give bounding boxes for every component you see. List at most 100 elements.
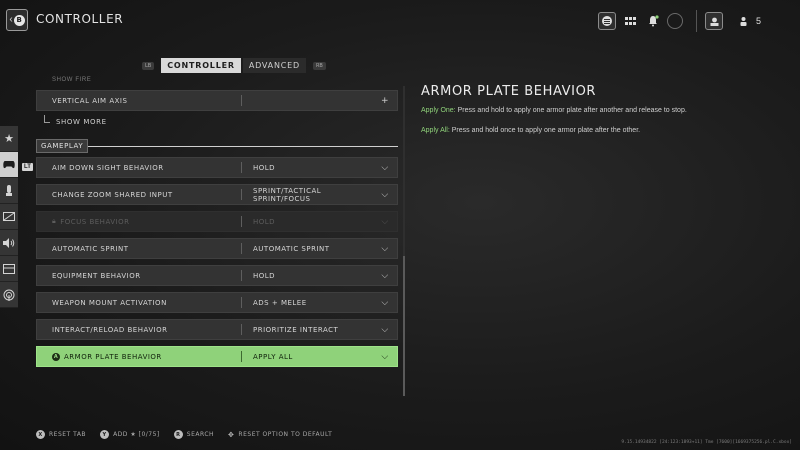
- r-stick-icon: R: [173, 430, 183, 439]
- chevron-down-icon: ⌵: [381, 216, 389, 227]
- x-button-icon: X: [36, 430, 45, 439]
- setting-label: VERTICAL AIM AXIS: [52, 96, 128, 105]
- lt-button-icon: LT: [22, 163, 33, 171]
- row-separator: [241, 95, 242, 106]
- build-info: 9.15.14934822 [24:123:1893+11] Tme [7600…: [621, 440, 792, 445]
- search-prompt[interactable]: R SEARCH: [173, 430, 215, 439]
- top-bar: ‹ B CONTROLLER 5: [0, 0, 800, 40]
- setting-label: INTERACT/RELOAD BEHAVIOR: [52, 325, 168, 334]
- detail-key: Apply All:: [421, 127, 450, 134]
- lock-icon: 🔒︎: [52, 217, 57, 225]
- top-icons: 5: [598, 10, 761, 32]
- controller-icon[interactable]: [0, 152, 18, 178]
- setting-value: ADS + MELEE: [253, 298, 307, 307]
- setting-row-weapon-mount-activation[interactable]: WEAPON MOUNT ACTIVATION ADS + MELEE ⌵: [36, 292, 398, 313]
- show-more-link[interactable]: SHOW MORE: [36, 115, 398, 135]
- setting-value: SPRINT/TACTICAL SPRINT/FOCUS: [253, 186, 322, 203]
- display-icon[interactable]: [0, 204, 18, 230]
- gamepad-stick-icon[interactable]: [0, 178, 18, 204]
- y-button-icon: Y: [100, 430, 110, 439]
- setting-label: FOCUS BEHAVIOR: [60, 217, 130, 226]
- player-card-icon[interactable]: [705, 12, 723, 30]
- setting-label: WEAPON MOUNT ACTIVATION: [52, 298, 167, 307]
- setting-row-aim-down-sight-behavior[interactable]: AIM DOWN SIGHT BEHAVIOR HOLD ⌵: [36, 157, 398, 178]
- top-divider: [696, 10, 697, 32]
- b-button-icon: B: [13, 14, 25, 26]
- network-icon[interactable]: [0, 282, 18, 308]
- tab-advanced[interactable]: ADVANCED: [242, 58, 306, 73]
- detail-title: ARMOR PLATE BEHAVIOR: [421, 84, 597, 99]
- detail-line-apply-all: Apply All: Press and hold once to apply …: [421, 126, 791, 135]
- setting-label: EQUIPMENT BEHAVIOR: [52, 271, 141, 280]
- setting-value: HOLD: [253, 271, 276, 280]
- scrollbar-thumb[interactable]: [403, 256, 405, 396]
- rb-button-icon: RB: [312, 61, 326, 70]
- back-button[interactable]: ‹ B: [6, 9, 28, 31]
- section-title: GAMEPLAY: [36, 139, 89, 153]
- setting-row-focus-behavior: 🔒︎ FOCUS BEHAVIOR HOLD ⌵: [36, 211, 398, 232]
- setting-value: AUTOMATIC SPRINT: [253, 244, 330, 253]
- dpad-icon: ✥: [228, 430, 235, 439]
- chevron-down-icon[interactable]: ⌵: [373, 298, 397, 308]
- setting-label: AUTOMATIC SPRINT: [52, 244, 129, 253]
- chevron-down-icon[interactable]: ⌵: [373, 244, 397, 254]
- detail-text: Press and hold to apply one armor plate …: [455, 107, 687, 114]
- setting-value: PRIORITIZE INTERACT: [253, 325, 339, 334]
- setting-label: AIM DOWN SIGHT BEHAVIOR: [52, 163, 164, 172]
- add-favorite-prompt[interactable]: Y ADD ★ [0/75]: [100, 430, 160, 439]
- party-icon[interactable]: [734, 12, 752, 30]
- detail-line-apply-one: Apply One: Press and hold to apply one a…: [421, 106, 791, 115]
- tree-corner-icon: [44, 115, 50, 123]
- tab-controller[interactable]: CONTROLLER: [161, 58, 241, 73]
- chevron-down-icon[interactable]: ⌵: [373, 352, 397, 362]
- player-count: 5: [756, 16, 762, 26]
- prompt-label: RESET TAB: [49, 431, 87, 438]
- tab-bar: LB CONTROLLER ADVANCED RB: [142, 58, 326, 73]
- menu-icon[interactable]: [598, 12, 616, 30]
- star-icon[interactable]: ★: [0, 126, 18, 152]
- reset-option-prompt[interactable]: ✥ RESET OPTION TO DEFAULT: [228, 431, 332, 439]
- chevron-left-icon: ‹: [9, 14, 13, 25]
- settings-list: SHOW FIRE VERTICAL AIM AXIS + SHOW MORE …: [36, 76, 398, 373]
- interface-icon[interactable]: [0, 256, 18, 282]
- section-header-gameplay: GAMEPLAY: [36, 139, 398, 153]
- list-scrollbar[interactable]: [403, 86, 405, 396]
- prompt-label: RESET OPTION TO DEFAULT: [238, 431, 333, 438]
- apps-grid-icon[interactable]: [621, 12, 639, 30]
- setting-row-automatic-sprint[interactable]: AUTOMATIC SPRINT AUTOMATIC SPRINT ⌵: [36, 238, 398, 259]
- footer-prompts: X RESET TAB Y ADD ★ [0/75] R SEARCH ✥ RE…: [36, 430, 346, 439]
- detail-panel: ARMOR PLATE BEHAVIOR Apply One: Press an…: [421, 84, 791, 146]
- detail-key: Apply One:: [421, 107, 456, 114]
- plus-icon[interactable]: +: [373, 96, 397, 106]
- setting-row-interact-reload-behavior[interactable]: INTERACT/RELOAD BEHAVIOR PRIORITIZE INTE…: [36, 319, 398, 340]
- setting-label: CHANGE ZOOM SHARED INPUT: [52, 190, 173, 199]
- setting-value: APPLY ALL: [253, 352, 293, 361]
- setting-row-equipment-behavior[interactable]: EQUIPMENT BEHAVIOR HOLD ⌵: [36, 265, 398, 286]
- page-title: CONTROLLER: [36, 12, 124, 26]
- show-more-label: SHOW MORE: [56, 118, 107, 126]
- cutoff-row-label: SHOW FIRE: [52, 77, 92, 83]
- section-divider: [88, 145, 398, 147]
- chevron-down-icon[interactable]: ⌵: [373, 271, 397, 281]
- setting-row-armor-plate-behavior[interactable]: A ARMOR PLATE BEHAVIOR APPLY ALL ⌵: [36, 346, 398, 367]
- settings-sidebar: ★: [0, 126, 18, 308]
- setting-value: HOLD: [253, 217, 276, 226]
- chevron-down-icon[interactable]: ⌵: [373, 163, 397, 173]
- notification-bell-icon[interactable]: [644, 12, 662, 30]
- chevron-down-icon[interactable]: ⌵: [373, 190, 397, 200]
- chevron-down-icon[interactable]: ⌵: [373, 325, 397, 335]
- prompt-label: ADD ★ [0/75]: [113, 431, 160, 438]
- detail-text: Press and hold once to apply one armor p…: [449, 127, 641, 134]
- lb-button-icon: LB: [142, 61, 155, 70]
- setting-label-with-a: A ARMOR PLATE BEHAVIOR: [37, 352, 241, 361]
- setting-label-with-lock: 🔒︎ FOCUS BEHAVIOR: [37, 217, 241, 226]
- setting-row-vertical-aim-axis[interactable]: VERTICAL AIM AXIS +: [36, 90, 398, 111]
- setting-row-change-zoom-shared-input[interactable]: CHANGE ZOOM SHARED INPUT SPRINT/TACTICAL…: [36, 184, 398, 205]
- prompt-label: SEARCH: [186, 431, 215, 438]
- reset-tab-prompt[interactable]: X RESET TAB: [36, 430, 86, 439]
- setting-label: ARMOR PLATE BEHAVIOR: [64, 352, 162, 361]
- speaker-icon[interactable]: [0, 230, 18, 256]
- a-button-icon: A: [52, 352, 60, 361]
- profile-circle-icon[interactable]: [667, 13, 683, 29]
- setting-value: HOLD: [253, 163, 276, 172]
